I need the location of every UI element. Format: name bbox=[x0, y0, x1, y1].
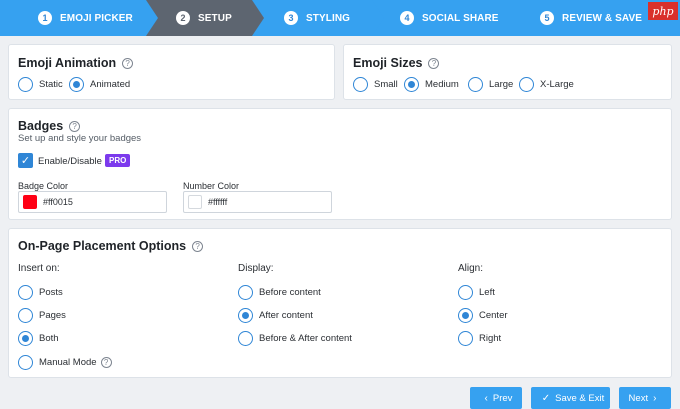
radio-center[interactable]: Center bbox=[458, 308, 508, 323]
php-watermark: php bbox=[648, 2, 678, 20]
help-icon[interactable]: ? bbox=[100, 357, 112, 368]
emoji-animation-title: Emoji Animation ? bbox=[18, 56, 134, 70]
step-separator bbox=[146, 0, 158, 36]
badges-card: Badges ? Set up and style your badges ✓ … bbox=[8, 108, 672, 220]
wizard-stepper: 1 EMOJI PICKER 2 SETUP 3 STYLING 4 SOCIA… bbox=[0, 0, 680, 36]
step-number: 1 bbox=[38, 11, 52, 25]
radio-circle[interactable] bbox=[18, 285, 33, 300]
badge-color-value: #ff0015 bbox=[43, 197, 73, 207]
help-icon[interactable]: ? bbox=[122, 57, 134, 69]
help-icon[interactable]: ? bbox=[192, 240, 204, 252]
insert-on-label: Insert on: bbox=[18, 263, 60, 274]
radio-circle[interactable] bbox=[468, 77, 483, 92]
emoji-sizes-card: Emoji Sizes ? Small Medium Large X-Large bbox=[343, 44, 672, 100]
number-color-value: #ffffff bbox=[208, 197, 228, 207]
step-label: STYLING bbox=[306, 12, 351, 24]
prev-button[interactable]: ‹ Prev bbox=[470, 387, 522, 409]
step-separator bbox=[252, 0, 264, 36]
save-exit-button[interactable]: ✓ Save & Exit bbox=[531, 387, 610, 409]
badge-color-label: Badge Color bbox=[18, 181, 69, 191]
step-separator bbox=[512, 0, 524, 36]
radio-right[interactable]: Right bbox=[458, 331, 501, 346]
radio-circle[interactable] bbox=[18, 355, 33, 370]
enable-checkbox[interactable]: ✓ bbox=[18, 153, 33, 168]
radio-circle[interactable] bbox=[69, 77, 84, 92]
step-number: 2 bbox=[176, 11, 190, 25]
radio-circle[interactable] bbox=[18, 308, 33, 323]
radio-circle[interactable] bbox=[18, 77, 33, 92]
radio-circle[interactable] bbox=[458, 331, 473, 346]
radio-before-after-content[interactable]: Before & After content bbox=[238, 331, 352, 346]
step-setup[interactable]: 2 SETUP bbox=[146, 0, 252, 36]
radio-x-large[interactable]: X-Large bbox=[519, 77, 574, 92]
radio-circle[interactable] bbox=[519, 77, 534, 92]
radio-after-content[interactable]: After content bbox=[238, 308, 313, 323]
number-color-label: Number Color bbox=[183, 181, 240, 191]
radio-both[interactable]: Both bbox=[18, 331, 59, 346]
radio-circle[interactable] bbox=[238, 331, 253, 346]
radio-circle[interactable] bbox=[18, 331, 33, 346]
enable-label: Enable/Disable bbox=[38, 156, 102, 167]
placement-card: On-Page Placement Options ? Insert on: P… bbox=[8, 228, 672, 378]
emoji-animation-card: Emoji Animation ? Static Animated bbox=[8, 44, 335, 100]
chevron-left-icon: ‹ bbox=[484, 392, 488, 404]
radio-manual-mode[interactable]: Manual Mode ? bbox=[18, 355, 112, 370]
emoji-sizes-title: Emoji Sizes ? bbox=[353, 56, 440, 70]
step-number: 4 bbox=[400, 11, 414, 25]
radio-circle[interactable] bbox=[458, 285, 473, 300]
badges-title: Badges ? bbox=[18, 119, 81, 133]
badge-color-field[interactable]: #ff0015 bbox=[18, 191, 167, 213]
check-icon: ✓ bbox=[20, 155, 31, 167]
step-social-share[interactable]: 4 SOCIAL SHARE bbox=[372, 0, 512, 36]
number-color-swatch[interactable] bbox=[188, 195, 202, 209]
placement-title: On-Page Placement Options ? bbox=[18, 239, 204, 253]
next-button[interactable]: Next › bbox=[619, 387, 671, 409]
check-icon: ✓ bbox=[541, 392, 551, 404]
chevron-right-icon: › bbox=[653, 392, 657, 404]
number-color-field[interactable]: #ffffff bbox=[183, 191, 332, 213]
radio-static[interactable]: Static bbox=[18, 77, 63, 92]
radio-circle[interactable] bbox=[353, 77, 368, 92]
radio-circle[interactable] bbox=[238, 308, 253, 323]
align-label: Align: bbox=[458, 263, 484, 274]
radio-circle[interactable] bbox=[238, 285, 253, 300]
step-number: 5 bbox=[540, 11, 554, 25]
radio-small[interactable]: Small bbox=[353, 77, 398, 92]
step-emoji-picker[interactable]: 1 EMOJI PICKER bbox=[0, 0, 146, 36]
radio-posts[interactable]: Posts bbox=[18, 285, 63, 300]
radio-medium[interactable]: Medium bbox=[404, 77, 459, 92]
badge-color-swatch[interactable] bbox=[23, 195, 37, 209]
radio-left[interactable]: Left bbox=[458, 285, 495, 300]
radio-before-content[interactable]: Before content bbox=[238, 285, 321, 300]
pro-badge: PRO bbox=[105, 154, 131, 167]
step-label: REVIEW & SAVE bbox=[562, 12, 643, 24]
step-separator bbox=[372, 0, 384, 36]
radio-animated[interactable]: Animated bbox=[69, 77, 130, 92]
radio-circle[interactable] bbox=[404, 77, 419, 92]
step-label: EMOJI PICKER bbox=[60, 12, 133, 24]
step-number: 3 bbox=[284, 11, 298, 25]
step-styling[interactable]: 3 STYLING bbox=[252, 0, 372, 36]
step-label: SOCIAL SHARE bbox=[422, 12, 499, 24]
radio-pages[interactable]: Pages bbox=[18, 308, 66, 323]
help-icon[interactable]: ? bbox=[428, 57, 440, 69]
radio-large[interactable]: Large bbox=[468, 77, 513, 92]
step-label: SETUP bbox=[198, 12, 232, 24]
badges-subtitle: Set up and style your badges bbox=[18, 133, 142, 144]
display-label: Display: bbox=[238, 263, 274, 274]
help-icon[interactable]: ? bbox=[69, 120, 81, 132]
radio-circle[interactable] bbox=[458, 308, 473, 323]
